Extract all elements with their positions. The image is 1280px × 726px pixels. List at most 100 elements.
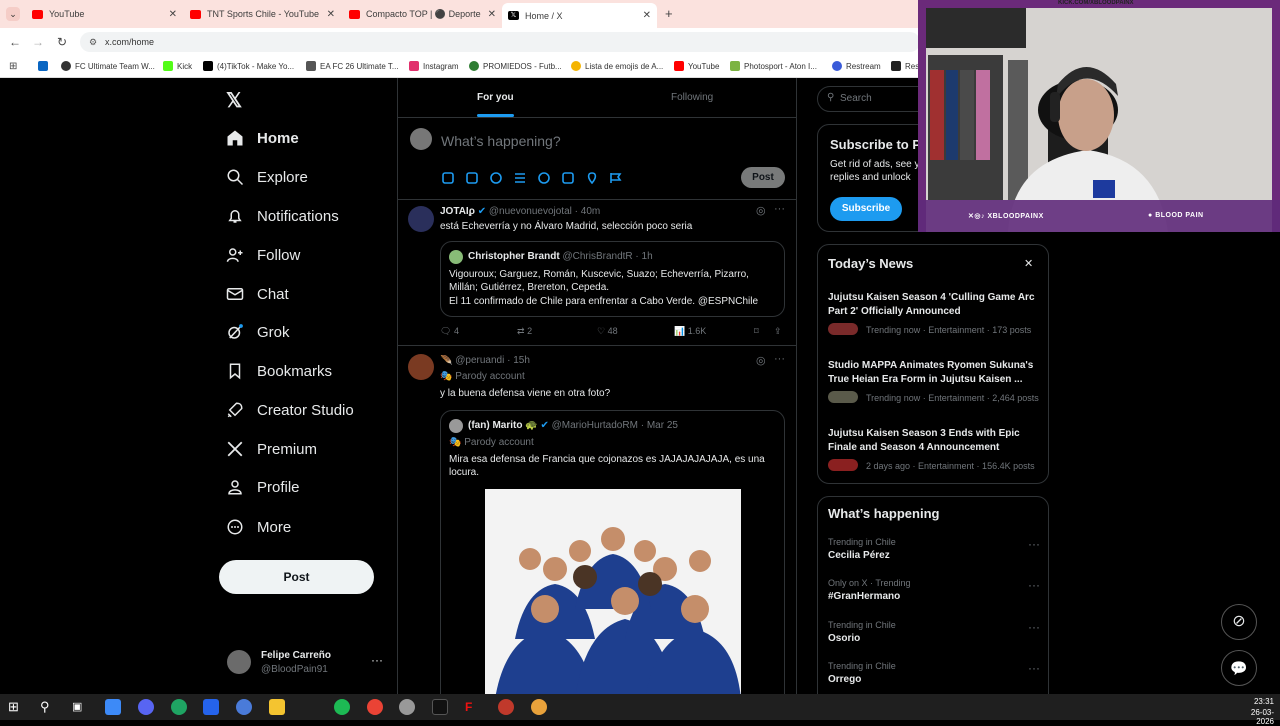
search-icon[interactable]: ⚲	[40, 699, 56, 715]
tweet-time[interactable]: 15h	[513, 355, 530, 366]
bookmark-item[interactable]: Res	[891, 61, 919, 71]
tab-search-button[interactable]: ⌄	[6, 7, 20, 21]
trend-item[interactable]: Trending in Chile Osorio ···	[828, 620, 1040, 650]
apps-grid-icon[interactable]: ⊞	[9, 61, 17, 72]
reply-button[interactable]: 🗨 4	[440, 326, 517, 337]
tiktok-icon[interactable]	[432, 699, 448, 715]
account-switcher[interactable]: Felipe Carreño @BloodPain91 ···	[219, 646, 384, 680]
sidebar-item-creator-studio[interactable]: Creator Studio	[226, 401, 354, 419]
close-icon[interactable]: ✕	[1024, 257, 1033, 270]
trend-item[interactable]: Trending in Chile Orrego ···	[828, 661, 1040, 691]
site-info-icon[interactable]: ⚙	[89, 32, 97, 52]
spotify-icon[interactable]	[334, 699, 350, 715]
app-icon[interactable]	[236, 699, 252, 715]
app-icon[interactable]	[399, 699, 415, 715]
grok-icon[interactable]: ◎	[756, 204, 766, 217]
news-item[interactable]: Jujutsu Kaisen Season 3 Ends with Epic F…	[828, 428, 1043, 471]
grok-float-button[interactable]: ⊘	[1221, 604, 1257, 640]
post-button[interactable]: Post	[219, 560, 374, 594]
tab-for-you[interactable]: For you	[477, 92, 514, 103]
browser-tab[interactable]: TNT Sports Chile - YouTube ✕	[190, 4, 335, 24]
sidebar-item-chat[interactable]: Chat	[226, 285, 289, 303]
compose-input[interactable]: What’s happening?	[441, 133, 561, 149]
news-item[interactable]: Jujutsu Kaisen Season 4 'Culling Game Ar…	[828, 292, 1043, 335]
bookmark-item[interactable]: Lista de emojis de A...	[571, 61, 663, 71]
tweet[interactable]: JOTAIϼ ✔ @nuevonuevojotal · 40m ◎ ··· es…	[398, 200, 796, 346]
quote-tweet[interactable]: Christopher Brandt @ChrisBrandtR · 1h Vi…	[440, 241, 785, 317]
more-dots-icon[interactable]: ···	[1028, 537, 1040, 551]
bookmark-item[interactable]: Kick	[163, 61, 192, 71]
quote-tweet[interactable]: (fan) Marito 🐢 ✔ @MarioHurtadoRM · Mar 2…	[440, 410, 785, 694]
chrome-icon[interactable]	[367, 699, 383, 715]
more-dots-icon[interactable]: ···	[774, 353, 785, 365]
clock-date[interactable]: 26-03-2026	[1238, 708, 1274, 726]
trend-item[interactable]: Trending in Chile Cecilia Pérez ···	[828, 537, 1040, 567]
sidebar-item-profile[interactable]: Profile	[226, 478, 300, 496]
promiedos-icon	[469, 61, 479, 71]
new-tab-icon[interactable]: +	[665, 6, 673, 21]
more-dots-icon[interactable]: ···	[371, 653, 383, 667]
edge-icon[interactable]	[171, 699, 187, 715]
sidebar-item-home[interactable]: Home	[226, 129, 299, 147]
browser-tab-active[interactable]: 𝕏 Home / X ✕	[502, 3, 657, 28]
x-logo-icon[interactable]: 𝕏	[226, 88, 242, 113]
sidebar-item-premium[interactable]: Premium	[226, 440, 317, 458]
browser-tab[interactable]: YouTube ✕	[32, 4, 177, 24]
tab-following[interactable]: Following	[671, 92, 713, 103]
back-icon[interactable]: ←	[9, 35, 21, 49]
reload-icon[interactable]: ↻	[57, 35, 67, 49]
quote-image[interactable]	[485, 489, 741, 694]
grok-icon[interactable]: ◎	[756, 354, 766, 367]
bookmark-item[interactable]: (4)TikTok - Make Yo...	[203, 61, 294, 71]
news-item[interactable]: Studio MAPPA Animates Ryomen Sukuna's Tr…	[828, 360, 1043, 403]
compose-post-button[interactable]: Post	[741, 167, 785, 188]
sidebar-item-more[interactable]: More	[226, 518, 291, 536]
close-tab-icon[interactable]: ✕	[484, 8, 496, 20]
browser-tab[interactable]: Compacto TOP | ⚫ Deporte ✕	[349, 4, 496, 24]
bookmark-item[interactable]	[38, 61, 52, 71]
close-tab-icon[interactable]: ✕	[643, 10, 651, 21]
bookmark-icon[interactable]: ⌑	[754, 326, 774, 337]
bookmark-item[interactable]: Restream	[832, 61, 881, 71]
file-explorer-icon[interactable]	[269, 699, 285, 715]
clock-time[interactable]: 23:31	[1238, 697, 1274, 706]
sidebar-item-follow[interactable]: Follow	[226, 246, 300, 264]
tweet-handle[interactable]: @nuevonuevojotal	[489, 206, 572, 217]
tweet[interactable]: 🪶 @peruandi · 15h ◎ ··· 🎭 Parody account…	[398, 346, 796, 694]
url-field[interactable]: ⚙ x.com/home	[80, 32, 920, 52]
tweet-time[interactable]: 40m	[581, 206, 600, 217]
bookmark-item[interactable]: EA FC 26 Ultimate T...	[306, 61, 399, 71]
app-icon[interactable]: F	[465, 699, 481, 715]
sidebar-item-explore[interactable]: Explore	[226, 168, 308, 186]
bookmark-item[interactable]: YouTube	[674, 61, 719, 71]
windows-start-icon[interactable]: ⊞	[8, 699, 24, 715]
sidebar-item-notifications[interactable]: Notifications	[226, 207, 339, 225]
discord-icon[interactable]	[138, 699, 154, 715]
tweet-handle[interactable]: @peruandi	[455, 355, 504, 366]
more-dots-icon[interactable]: ···	[774, 203, 785, 215]
task-view-icon[interactable]: ▣	[72, 699, 88, 715]
repost-button[interactable]: ⇄ 2	[517, 326, 597, 337]
share-icon[interactable]: ⇪	[774, 326, 782, 337]
copilot-icon[interactable]	[105, 699, 121, 715]
bookmark-item[interactable]: Instagram	[409, 61, 459, 71]
trend-item[interactable]: Only on X · Trending #GranHermano ···	[828, 578, 1040, 608]
sidebar-item-bookmarks[interactable]: Bookmarks	[226, 362, 332, 380]
like-button[interactable]: ♡ 48	[597, 326, 674, 337]
bookmark-item[interactable]: Photosport - Aton I...	[730, 61, 817, 71]
close-tab-icon[interactable]: ✕	[327, 9, 335, 20]
store-icon[interactable]	[203, 699, 219, 715]
views-button[interactable]: 📊 1.6K	[674, 326, 754, 337]
forward-icon[interactable]: →	[32, 35, 44, 49]
more-dots-icon[interactable]: ···	[1028, 578, 1040, 592]
bookmark-item[interactable]: FC Ultimate Team W...	[61, 61, 155, 71]
more-dots-icon[interactable]: ···	[1028, 661, 1040, 675]
bookmark-item[interactable]: PROMIEDOS - Futb...	[469, 61, 562, 71]
chrome-icon[interactable]	[531, 699, 547, 715]
messages-float-button[interactable]: 💬	[1221, 650, 1257, 686]
more-dots-icon[interactable]: ···	[1028, 620, 1040, 634]
close-tab-icon[interactable]: ✕	[169, 9, 177, 20]
subscribe-button[interactable]: Subscribe	[830, 197, 902, 221]
sidebar-item-grok[interactable]: Grok	[226, 323, 290, 341]
obs-icon[interactable]	[498, 699, 514, 715]
